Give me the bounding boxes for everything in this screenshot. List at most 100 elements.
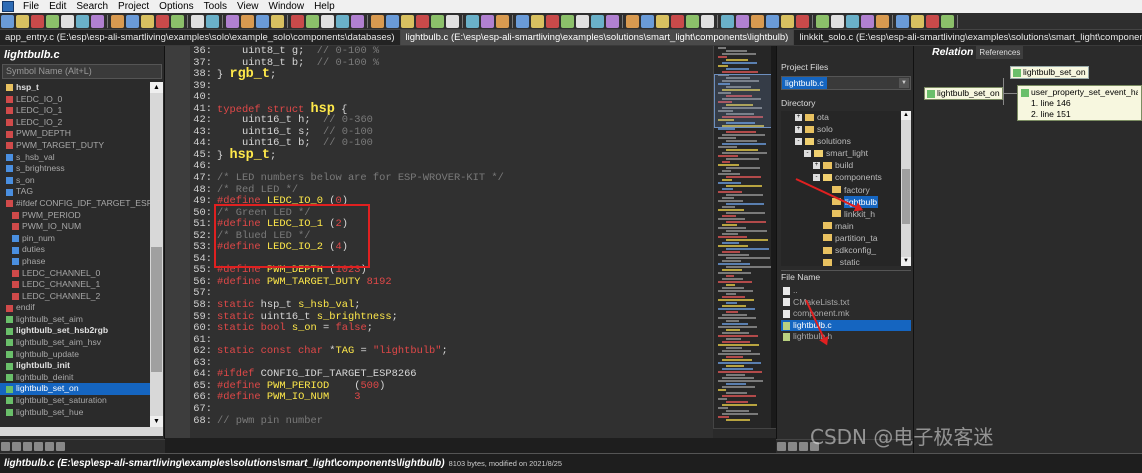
- symbol-item[interactable]: s_on: [0, 175, 150, 187]
- toolbar-tool-icon[interactable]: [466, 15, 479, 28]
- scroll-up-icon[interactable]: ▲: [901, 111, 911, 120]
- directory-item[interactable]: + build: [781, 159, 901, 171]
- menu-file[interactable]: File: [18, 0, 44, 13]
- tab-lightbulb[interactable]: lightbulb.c (E:\esp\esp-ali-smartliving\…: [400, 30, 795, 45]
- symbol-tool-icon[interactable]: [1, 442, 10, 451]
- toolbar-tool-icon[interactable]: [751, 15, 764, 28]
- toolbar-tool-icon[interactable]: [141, 15, 154, 28]
- file-name-header[interactable]: File Name: [781, 270, 911, 282]
- relation-node-root[interactable]: lightbulb_set_on: [924, 87, 1003, 100]
- directory-item[interactable]: - smart_light: [781, 147, 901, 159]
- symbol-item[interactable]: LEDC_CHANNEL_1: [0, 279, 150, 291]
- toolbar-tool-icon[interactable]: [641, 15, 654, 28]
- toolbar-tool-icon[interactable]: [256, 15, 269, 28]
- reference-line-2[interactable]: 2. line 151: [1021, 109, 1138, 120]
- toolbar-tool-icon[interactable]: [576, 15, 589, 28]
- toolbar-tool-icon[interactable]: [796, 15, 809, 28]
- menu-tools[interactable]: Tools: [199, 0, 232, 13]
- symbol-item[interactable]: PWM_TARGET_DUTY: [0, 140, 150, 152]
- symbol-item[interactable]: lightbulb_deinit: [0, 372, 150, 384]
- tab-app-entry[interactable]: app_entry.c (E:\esp\esp-ali-smartliving\…: [0, 30, 401, 45]
- chevron-down-icon[interactable]: ▼: [899, 78, 909, 88]
- code-line[interactable]: 39:: [190, 80, 713, 93]
- menu-edit[interactable]: Edit: [44, 0, 71, 13]
- toolbar-tool-icon[interactable]: [816, 15, 829, 28]
- directory-scrollbar[interactable]: ▲ ▼: [901, 111, 911, 266]
- directory-item[interactable]: main: [781, 220, 901, 232]
- symbol-item[interactable]: lightbulb_set_hsb2rgb: [0, 325, 150, 337]
- toolbar-tool-icon[interactable]: [736, 15, 749, 28]
- toolbar-tool-icon[interactable]: [386, 15, 399, 28]
- symbol-item[interactable]: LEDC_IO_0: [0, 94, 150, 106]
- relation-reference-box[interactable]: user_property_set_event_handl 1. line 14…: [1017, 85, 1142, 121]
- toolbar-tool-icon[interactable]: [911, 15, 924, 28]
- toolbar-tool-icon[interactable]: [876, 15, 889, 28]
- toolbar-tool-icon[interactable]: [371, 15, 384, 28]
- symbol-item[interactable]: LEDC_CHANNEL_0: [0, 268, 150, 280]
- toolbar-tool-icon[interactable]: [431, 15, 444, 28]
- menu-window[interactable]: Window: [264, 0, 310, 13]
- menu-view[interactable]: View: [232, 0, 264, 13]
- toolbar-tool-icon[interactable]: [671, 15, 684, 28]
- symbol-item[interactable]: #ifdef CONFIG_IDF_TARGET_ESP8266: [0, 198, 150, 210]
- project-tool-icon[interactable]: [777, 442, 786, 451]
- toolbar-tool-icon[interactable]: [291, 15, 304, 28]
- directory-item[interactable]: sdkconfig_: [781, 244, 901, 256]
- toolbar-tool-icon[interactable]: [306, 15, 319, 28]
- symbol-item[interactable]: duties: [0, 244, 150, 256]
- symbol-item[interactable]: LEDC_IO_2: [0, 117, 150, 129]
- collapse-icon[interactable]: -: [795, 137, 802, 145]
- symbol-vertical-scrollbar[interactable]: ▲ ▼: [150, 82, 163, 427]
- toolbar-tool-icon[interactable]: [271, 15, 284, 28]
- symbol-item[interactable]: PWM_PERIOD: [0, 210, 150, 222]
- toolbar-tool-icon[interactable]: [941, 15, 954, 28]
- toolbar-tool-icon[interactable]: [926, 15, 939, 28]
- file-item[interactable]: CMakeLists.txt: [781, 297, 911, 309]
- relation-node-top[interactable]: lightbulb_set_on: [1010, 66, 1089, 79]
- project-file-select[interactable]: lightbulb.c ▼: [781, 76, 911, 90]
- symbol-tool-icon[interactable]: [23, 442, 32, 451]
- expand-icon[interactable]: +: [795, 113, 802, 121]
- toolbar-tool-icon[interactable]: [16, 15, 29, 28]
- toolbar-tool-icon[interactable]: [206, 15, 219, 28]
- symbol-tool-icon[interactable]: [12, 442, 21, 451]
- expand-icon[interactable]: +: [795, 125, 802, 133]
- toolbar-tool-icon[interactable]: [656, 15, 669, 28]
- tab-linkkit-solo[interactable]: linkkit_solo.c (E:\esp\esp-ali-smartlivi…: [794, 30, 1142, 45]
- symbol-item[interactable]: lightbulb_init: [0, 360, 150, 372]
- toolbar-tool-icon[interactable]: [766, 15, 779, 28]
- toolbar-tool-icon[interactable]: [241, 15, 254, 28]
- code-line[interactable]: 62: static const char *TAG = "lightbulb";: [190, 345, 713, 358]
- menu-project[interactable]: Project: [113, 0, 154, 13]
- toolbar-tool-icon[interactable]: [531, 15, 544, 28]
- toolbar-tool-icon[interactable]: [701, 15, 714, 28]
- scroll-down-icon[interactable]: ▼: [150, 416, 163, 427]
- scroll-up-icon[interactable]: ▲: [150, 82, 163, 93]
- symbol-item[interactable]: hsp_t: [0, 82, 150, 94]
- tab-references[interactable]: References: [976, 46, 1024, 59]
- toolbar-tool-icon[interactable]: [321, 15, 334, 28]
- directory-item[interactable]: _static: [781, 256, 901, 266]
- toolbar-tool-icon[interactable]: [171, 15, 184, 28]
- symbol-item[interactable]: PWM_IO_NUM: [0, 221, 150, 233]
- code-line[interactable]: 56: #define PWM_TARGET_DUTY 8192: [190, 276, 713, 289]
- code-line[interactable]: 45:} hsp_t;: [190, 149, 713, 163]
- toolbar-tool-icon[interactable]: [781, 15, 794, 28]
- toolbar-tool-icon[interactable]: [61, 15, 74, 28]
- expand-icon[interactable]: +: [813, 161, 820, 169]
- toolbar-tool-icon[interactable]: [446, 15, 459, 28]
- toolbar-tool-icon[interactable]: [1, 15, 14, 28]
- toolbar-tool-icon[interactable]: [861, 15, 874, 28]
- symbol-tool-icon[interactable]: [34, 442, 43, 451]
- directory-item[interactable]: linkkit_h: [781, 208, 901, 220]
- symbol-item[interactable]: s_brightness: [0, 163, 150, 175]
- toolbar-tool-icon[interactable]: [31, 15, 44, 28]
- code-editor[interactable]: 36: uint8_t g; // 0-100 % 37: uint8_t b; …: [190, 46, 713, 438]
- code-line[interactable]: 53: #define LEDC_IO_2 (4): [190, 242, 713, 254]
- symbol-item[interactable]: endif: [0, 302, 150, 314]
- editor-horizontal-scrollbar[interactable]: [713, 428, 776, 438]
- directory-item[interactable]: + solo: [781, 123, 901, 135]
- toolbar-tool-icon[interactable]: [91, 15, 104, 28]
- symbol-item[interactable]: LEDC_CHANNEL_2: [0, 291, 150, 303]
- file-item[interactable]: lightbulb.h: [781, 331, 911, 343]
